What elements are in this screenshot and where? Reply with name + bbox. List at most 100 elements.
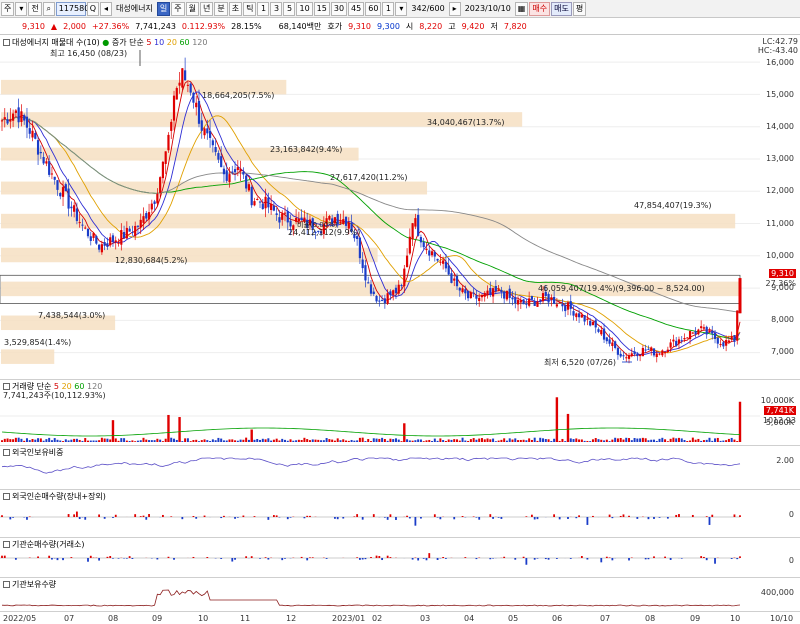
candle-body — [375, 295, 378, 302]
candle-body — [430, 251, 434, 256]
inst-hold-pane[interactable]: 기관보유수량 400,000 — [0, 578, 800, 612]
inst-net-bar — [325, 558, 328, 559]
volume-bar — [267, 438, 270, 442]
pane-toggle-icon[interactable] — [3, 581, 10, 588]
interval-10-button[interactable]: 10 — [296, 1, 313, 16]
chevron-down-icon[interactable]: ▾ — [395, 1, 408, 16]
x-axis-label: 03 — [420, 614, 431, 623]
volume-bar — [203, 439, 206, 442]
volume-bar — [3, 438, 6, 442]
volume-bar — [378, 438, 381, 442]
inst-net-pane[interactable]: 기관순매수량(거래소) 0 — [0, 538, 800, 578]
candle-body — [53, 176, 56, 180]
period-week-button[interactable]: 주 — [171, 1, 185, 16]
volume-bar — [322, 440, 325, 442]
interval-3-button[interactable]: 3 — [270, 1, 283, 16]
period-minute-button[interactable]: 분 — [214, 1, 228, 16]
inst-hold-svg[interactable] — [0, 578, 800, 612]
period-year-button[interactable]: 년 — [199, 1, 214, 16]
volume-chart-svg[interactable] — [0, 380, 800, 446]
volume-bar — [700, 440, 703, 442]
volume-pane[interactable]: 거래량 단순 5 20 60 120 7,741,243주(10,112.93%… — [0, 380, 800, 446]
interval-30-button[interactable]: 30 — [330, 1, 348, 16]
buy-button[interactable]: 매수 — [529, 1, 551, 16]
candle-body — [278, 217, 281, 223]
foreign-net-bar — [436, 517, 439, 518]
foreign-hold-svg[interactable] — [0, 446, 800, 490]
profile-label-2: 34,040,467(13.7%) — [427, 118, 505, 127]
chart-area[interactable]: 대성에너지 매물대 수(10) ● 증가 단순 5 10 20 60 120 L… — [0, 36, 800, 624]
inst-net-svg[interactable] — [0, 538, 800, 578]
candle-body — [444, 261, 448, 269]
candle-body — [34, 133, 37, 139]
volume-bar — [37, 438, 40, 442]
candle-body — [36, 140, 40, 155]
inst-net-bar — [14, 558, 17, 560]
last-candle — [738, 278, 742, 314]
foreign-hold-pane[interactable]: 외국인보유비중 2.00 — [0, 446, 800, 490]
calendar-icon[interactable]: ▦ — [514, 1, 529, 16]
volume-bar — [125, 440, 128, 442]
candle-body — [688, 330, 692, 340]
interval-15-button[interactable]: 15 — [313, 1, 330, 16]
interval-60-button[interactable]: 60 — [365, 1, 382, 16]
volume-bar — [514, 438, 517, 442]
candle-body — [500, 289, 503, 292]
foreign-net-pane[interactable]: 외국인순매수량(장내+장외) 0 — [0, 490, 800, 538]
lookup-button[interactable]: ▸ — [448, 1, 461, 16]
volume-bar — [436, 440, 439, 442]
candle-body — [281, 213, 284, 220]
count-value[interactable]: 342/600 — [408, 4, 447, 13]
pane-toggle-icon[interactable] — [3, 493, 10, 500]
volume-bar — [719, 440, 722, 442]
pane-toggle-icon[interactable] — [3, 541, 10, 548]
volume-bar — [444, 440, 447, 442]
stock-code-input[interactable]: 117580 — [55, 1, 89, 16]
candle-body — [247, 184, 251, 191]
period-month-button[interactable]: 월 — [185, 1, 199, 16]
search-icon[interactable]: ⌕ — [42, 1, 55, 16]
volume-bar — [139, 440, 142, 442]
foreign-net-svg[interactable] — [0, 490, 800, 538]
volume-bar — [173, 438, 176, 442]
code-search-icon[interactable]: Q — [86, 1, 100, 16]
price-pane-title: 대성에너지 매물대 수(10) ● 증가 단순 5 10 20 60 120 — [3, 37, 208, 48]
ma-toggle-icon[interactable]: ● — [102, 38, 109, 47]
candle-body — [200, 120, 203, 131]
chevron-down-icon[interactable]: ▾ — [15, 1, 28, 16]
pane-toggle-icon[interactable] — [3, 449, 10, 456]
period-tick-button[interactable]: 틱 — [243, 1, 257, 16]
candle-body — [572, 311, 575, 316]
pane-toggle-icon[interactable] — [3, 383, 10, 390]
interval-5-button[interactable]: 5 — [283, 1, 296, 16]
eval-button[interactable]: 평 — [572, 1, 587, 16]
pane-toggle-icon[interactable] — [3, 39, 10, 46]
foreign-net-bar — [475, 517, 478, 518]
candle-body — [45, 161, 48, 164]
volume-bar — [597, 439, 600, 442]
candle-body — [625, 357, 628, 359]
sell-button[interactable]: 매도 — [551, 1, 572, 16]
volume-bar — [666, 441, 669, 442]
prev-stock-icon[interactable]: ◂ — [100, 1, 113, 16]
volume-bar — [62, 441, 65, 442]
foreign-net-bar — [134, 514, 137, 517]
volume-bar — [386, 440, 389, 442]
multiplier-button[interactable]: 1 — [382, 1, 395, 16]
volume-bar — [586, 440, 589, 442]
candle-body — [56, 180, 59, 190]
interval-1-button[interactable]: 1 — [257, 1, 270, 16]
period-day-button[interactable]: 일 — [156, 1, 171, 16]
foreign-net-bar — [489, 514, 492, 517]
date-field[interactable]: 2023/10/10 — [462, 4, 514, 13]
trade-volume: 7,741,243 — [135, 21, 176, 31]
market-select-button[interactable]: 주 — [1, 1, 15, 16]
period-second-button[interactable]: 초 — [228, 1, 243, 16]
volume-bar — [181, 441, 184, 442]
volume-bar — [175, 439, 178, 442]
all-select-button[interactable]: 전 — [28, 1, 42, 16]
interval-45-button[interactable]: 45 — [348, 1, 365, 16]
price-pane[interactable]: 대성에너지 매물대 수(10) ● 증가 단순 5 10 20 60 120 L… — [0, 36, 800, 380]
candle-body — [184, 70, 187, 81]
volume-bar — [536, 440, 539, 442]
